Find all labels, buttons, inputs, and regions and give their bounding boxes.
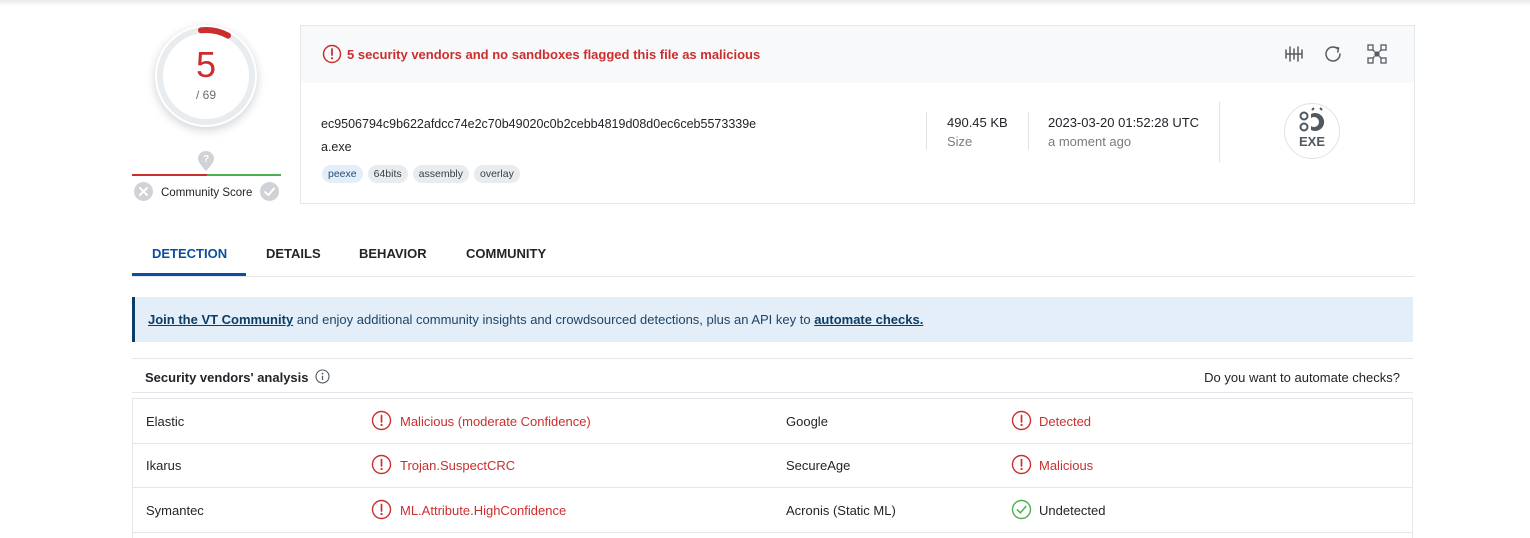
- community-score-label: Community Score: [161, 187, 253, 199]
- vendor-result: ML.Attribute.HighConfidence: [400, 503, 567, 518]
- file-type-exe-icon: EXE: [1284, 103, 1340, 159]
- vendor-result: Detected: [1039, 414, 1092, 429]
- vendor-result: Malicious (moderate Confidence): [400, 414, 591, 429]
- file-tags: peexe 64bits assembly overlay: [322, 165, 520, 183]
- analysis-date-value: 2023-03-20 01:52:28 UTC: [1048, 115, 1200, 130]
- banner-middle-text: and enjoy additional community insights …: [293, 312, 815, 327]
- reanalyze-icon[interactable]: [1322, 43, 1344, 65]
- tab-community[interactable]: COMMUNITY: [466, 246, 546, 261]
- vote-harmful-button[interactable]: [134, 182, 153, 201]
- vendors-analysis-title: Security vendors' analysis: [145, 370, 309, 385]
- community-score-marker-icon: ?: [198, 151, 214, 171]
- vendors-analysis-header: Security vendors' analysis Do you want t…: [132, 358, 1413, 393]
- vote-harmless-button[interactable]: [260, 182, 279, 201]
- vendor-name: Symantec: [146, 503, 204, 518]
- tag-64bits[interactable]: 64bits: [367, 165, 408, 183]
- tag-assembly[interactable]: assembly: [412, 165, 469, 183]
- banner-text: Join the VT Community and enjoy addition…: [148, 312, 923, 327]
- check-circle-icon: [1011, 499, 1032, 520]
- file-size-value: 490.45 KB: [947, 115, 1008, 130]
- file-size-label: Size: [947, 134, 973, 149]
- vendor-name: Acronis (Static ML): [786, 503, 896, 518]
- vendors-table: Elastic Malicious (moderate Confidence) …: [132, 398, 1413, 538]
- top-shadow-line: [0, 0, 1530, 6]
- vendor-name: Ikarus: [146, 458, 182, 473]
- file-hash[interactable]: ec9506794c9b622afdcc74e2c70b49020c0b2ceb…: [321, 117, 756, 131]
- alert-circle-icon: [1011, 410, 1032, 431]
- table-row: Ikarus Trojan.SuspectCRC SecureAge Malic…: [133, 443, 1412, 488]
- alert-circle-icon: [371, 454, 392, 475]
- table-row: Elastic Malicious (moderate Confidence) …: [133, 399, 1412, 444]
- info-icon[interactable]: [315, 369, 330, 384]
- file-type-label: EXE: [1298, 134, 1325, 149]
- file-summary-card: 5 security vendors and no sandboxes flag…: [300, 25, 1415, 204]
- automate-checks-link[interactable]: automate checks.: [814, 312, 923, 327]
- analysis-date-label: a moment ago: [1048, 134, 1132, 149]
- vendor-name: Google: [786, 414, 828, 429]
- vendor-result: Trojan.SuspectCRC: [400, 458, 516, 473]
- tab-detection[interactable]: DETECTION: [152, 246, 227, 261]
- malicious-alert-text: 5 security vendors and no sandboxes flag…: [347, 47, 761, 62]
- vendor-name: SecureAge: [786, 458, 851, 473]
- divider: [926, 112, 927, 150]
- svg-text:?: ?: [203, 154, 209, 165]
- alert-circle-icon: [1011, 454, 1032, 475]
- divider: [1219, 102, 1220, 162]
- community-positive-bar: [207, 174, 281, 176]
- alert-circle-icon: [371, 410, 392, 431]
- graph-icon[interactable]: [1366, 43, 1388, 65]
- join-community-link[interactable]: Join the VT Community: [148, 312, 293, 327]
- vendor-result: Undetected: [1039, 503, 1106, 518]
- detection-score-ring: 5 / 69: [155, 25, 257, 127]
- close-icon: [139, 187, 148, 196]
- community-negative-bar: [132, 174, 207, 176]
- check-icon: [264, 187, 275, 197]
- detection-count: 5: [195, 44, 217, 85]
- divider: [1028, 112, 1029, 150]
- file-name: a.exe: [321, 140, 352, 154]
- compare-icon[interactable]: [1283, 43, 1305, 65]
- alert-circle-icon: [322, 44, 342, 64]
- automate-checks-question[interactable]: Do you want to automate checks?: [1204, 370, 1400, 385]
- tag-overlay[interactable]: overlay: [474, 165, 520, 183]
- tab-behavior[interactable]: BEHAVIOR: [359, 246, 427, 261]
- vendor-name: Elastic: [146, 414, 185, 429]
- table-row: Symantec ML.Attribute.HighConfidence Acr…: [133, 488, 1412, 533]
- tab-details[interactable]: DETAILS: [266, 246, 321, 261]
- tag-peexe[interactable]: peexe: [322, 165, 363, 183]
- community-banner: Join the VT Community and enjoy addition…: [132, 297, 1413, 342]
- alert-circle-icon: [371, 499, 392, 520]
- card-header: 5 security vendors and no sandboxes flag…: [301, 26, 1414, 83]
- active-tab-indicator: [132, 273, 246, 276]
- report-tabs: DETECTION DETAILS BEHAVIOR COMMUNITY: [132, 234, 1414, 277]
- vendor-result: Malicious: [1039, 458, 1094, 473]
- engine-total: / 69: [195, 88, 216, 102]
